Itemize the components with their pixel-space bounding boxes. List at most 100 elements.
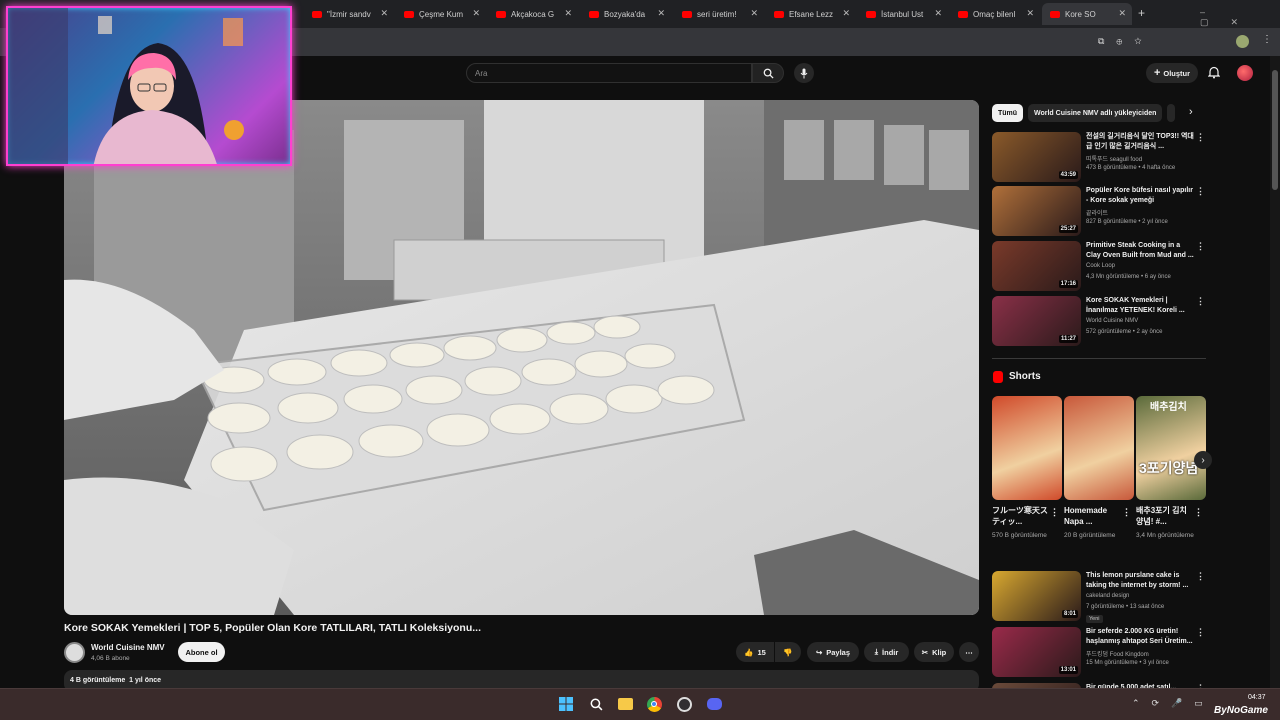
chip-from-uploader[interactable]: World Cuisine NMV adlı yükleyiciden xyxy=(1028,104,1163,122)
youtube-favicon-icon xyxy=(958,10,968,18)
recommendation-item[interactable]: 25:27 Popüler Kore büfesi nasıl yapılır -… xyxy=(992,186,1207,236)
short-views: 3,4 Mn görüntüleme xyxy=(1136,532,1194,539)
browser-tab[interactable]: İstanbul Ust ✕ xyxy=(858,3,948,25)
browser-tab[interactable]: Omaç bilenl ✕ xyxy=(950,3,1040,25)
close-icon[interactable]: ✕ xyxy=(564,8,572,19)
menu-icon[interactable]: ⋮ xyxy=(1262,34,1272,45)
discord-icon[interactable] xyxy=(705,695,723,713)
youtube-favicon-icon xyxy=(774,10,784,18)
browser-tab[interactable]: Çeşme Kum ✕ xyxy=(396,3,486,25)
search-input[interactable]: Ara xyxy=(466,63,752,83)
clip-button[interactable]: ✂ Klip xyxy=(914,642,954,662)
more-icon[interactable]: ⋮ xyxy=(1196,571,1205,582)
video-thumbnail[interactable]: 43:59 xyxy=(992,132,1081,182)
more-icon[interactable]: ⋮ xyxy=(1196,241,1205,252)
duration-badge: 25:27 xyxy=(1058,225,1078,233)
short-thumbnail[interactable]: 배추김치 3포기양념 xyxy=(1136,396,1206,500)
short-thumbnail[interactable] xyxy=(1064,396,1134,500)
video-thumbnail[interactable]: 25:27 xyxy=(992,186,1081,236)
more-icon[interactable]: ⋮ xyxy=(1050,507,1059,518)
close-icon[interactable]: ✕ xyxy=(842,8,850,19)
start-icon[interactable] xyxy=(557,695,575,713)
notifications-icon[interactable] xyxy=(1207,66,1221,84)
share-icon: ↪ xyxy=(815,647,823,657)
chip-overflow[interactable] xyxy=(1167,104,1175,122)
new-tab-button[interactable]: + xyxy=(1138,6,1145,20)
close-icon[interactable]: ✕ xyxy=(934,8,942,19)
avatar[interactable] xyxy=(1237,65,1253,81)
more-actions-button[interactable]: ⋯ xyxy=(959,642,979,662)
chip-all[interactable]: Tümü xyxy=(992,104,1024,122)
recommendation-item[interactable]: 43:59 전설의 길거리음식 달인 TOP3!! 역대급 인기 많은 길거리음식… xyxy=(992,132,1207,182)
browser-tab[interactable]: Efsane Lezz ✕ xyxy=(766,3,856,25)
more-icon[interactable]: ⋮ xyxy=(1194,507,1203,518)
file-explorer-icon[interactable] xyxy=(616,695,634,713)
extensions-icons[interactable]: ⧉⊕☆ xyxy=(1098,36,1154,47)
dislike-button[interactable]: 👎 xyxy=(775,642,801,662)
close-icon[interactable]: ✕ xyxy=(1026,8,1034,19)
chrome-icon[interactable] xyxy=(645,695,663,713)
clock: 04:37 xyxy=(1248,694,1266,701)
channel-avatar[interactable] xyxy=(64,642,85,663)
recommendation-title: Popüler Kore büfesi nasıl yapılır - Kore… xyxy=(1086,187,1193,204)
recommendation-item[interactable]: 11:27 Kore SOKAK Yemekleri | İnanılmaz YE… xyxy=(992,296,1207,346)
video-thumbnail[interactable]: 13:01 xyxy=(992,627,1081,677)
short-title: Homemade Napa ... xyxy=(1064,506,1108,526)
more-icon[interactable]: ⋮ xyxy=(1196,627,1205,638)
close-icon[interactable]: ✕ xyxy=(1118,8,1126,19)
recommendation-meta: 473 B görüntüleme • 4 hafta önce xyxy=(1086,165,1176,171)
channel-name[interactable]: World Cuisine NMV xyxy=(91,643,165,652)
share-button[interactable]: ↪ Paylaş xyxy=(807,642,859,662)
recommendation-item[interactable]: 8:01 This lemon purslane cake is taking t… xyxy=(992,571,1207,623)
video-thumbnail[interactable]: 17:16 xyxy=(992,241,1081,291)
duration-badge: 8:01 xyxy=(1061,610,1078,618)
chevron-right-icon[interactable]: › xyxy=(1189,106,1193,118)
close-icon[interactable]: ✕ xyxy=(380,8,388,19)
profile-icon[interactable] xyxy=(1236,35,1249,48)
search-icon[interactable] xyxy=(587,695,605,713)
close-icon[interactable]: ✕ xyxy=(472,8,480,19)
duration-badge: 17:16 xyxy=(1058,280,1078,288)
recommendation-item[interactable]: 17:16 Primitive Steak Cooking in a Clay O… xyxy=(992,241,1207,291)
tab-title: Kore SO xyxy=(1065,9,1096,19)
short-views: 20 B görüntüleme xyxy=(1064,532,1116,539)
system-tray-icons[interactable]: ⌃⟳🎤▭ xyxy=(1132,698,1215,709)
voice-search-button[interactable] xyxy=(794,63,814,83)
shorts-next-button[interactable]: › xyxy=(1194,451,1212,469)
browser-tab[interactable]: "İzmir sandv ✕ xyxy=(304,3,394,25)
tab-title: İstanbul Ust xyxy=(881,9,924,19)
browser-tab[interactable]: seri üretim! ✕ xyxy=(674,3,764,25)
plus-icon: + xyxy=(1153,67,1161,79)
more-icon[interactable]: ⋮ xyxy=(1196,132,1205,143)
video-title: Kore SOKAK Yemekleri | TOP 5, Popüler Ol… xyxy=(64,622,481,634)
recommendation-item[interactable]: 13:01 Bir seferde 2.000 KG üretin! haşlan… xyxy=(992,627,1207,677)
download-button[interactable]: ⤓ İndir xyxy=(864,642,909,662)
recommendation-channel: World Cuisine NMV xyxy=(1086,318,1139,324)
create-button[interactable]: + Oluştur xyxy=(1146,63,1198,83)
more-icon[interactable]: ⋮ xyxy=(1196,296,1205,307)
youtube-favicon-icon xyxy=(1050,10,1060,18)
subscribe-button[interactable]: Abone ol xyxy=(178,642,225,662)
browser-tab[interactable]: Akçakoca G ✕ xyxy=(488,3,578,25)
close-icon[interactable]: ✕ xyxy=(750,8,758,19)
video-thumbnail[interactable]: 8:01 xyxy=(992,571,1081,621)
close-icon[interactable]: ✕ xyxy=(657,8,665,19)
video-thumbnail[interactable]: 11:27 xyxy=(992,296,1081,346)
duration-badge: 43:59 xyxy=(1058,171,1078,179)
window-controls[interactable]: –▢✕ xyxy=(1200,7,1280,28)
more-icon[interactable]: ⋮ xyxy=(1122,507,1131,518)
short-thumbnail[interactable] xyxy=(992,396,1062,500)
obs-icon[interactable] xyxy=(675,695,693,713)
youtube-favicon-icon xyxy=(589,10,599,18)
browser-tab[interactable]: Bozyaka'da ✕ xyxy=(581,3,671,25)
video-player[interactable] xyxy=(64,100,979,615)
recommendation-meta: 4,3 Mn görüntüleme • 6 ay önce xyxy=(1086,274,1171,280)
like-button[interactable]: 👍 15 xyxy=(736,642,774,662)
scrollbar[interactable] xyxy=(1270,56,1280,688)
more-icon[interactable]: ⋮ xyxy=(1196,186,1205,197)
short-title: 배추3포기 김치양념! #... xyxy=(1136,506,1187,526)
search-button[interactable] xyxy=(752,63,784,83)
browser-tab[interactable]: Kore SO ✕ xyxy=(1042,3,1132,25)
youtube-favicon-icon xyxy=(404,10,414,18)
watermark-logo: ByNoGame xyxy=(1214,705,1268,716)
